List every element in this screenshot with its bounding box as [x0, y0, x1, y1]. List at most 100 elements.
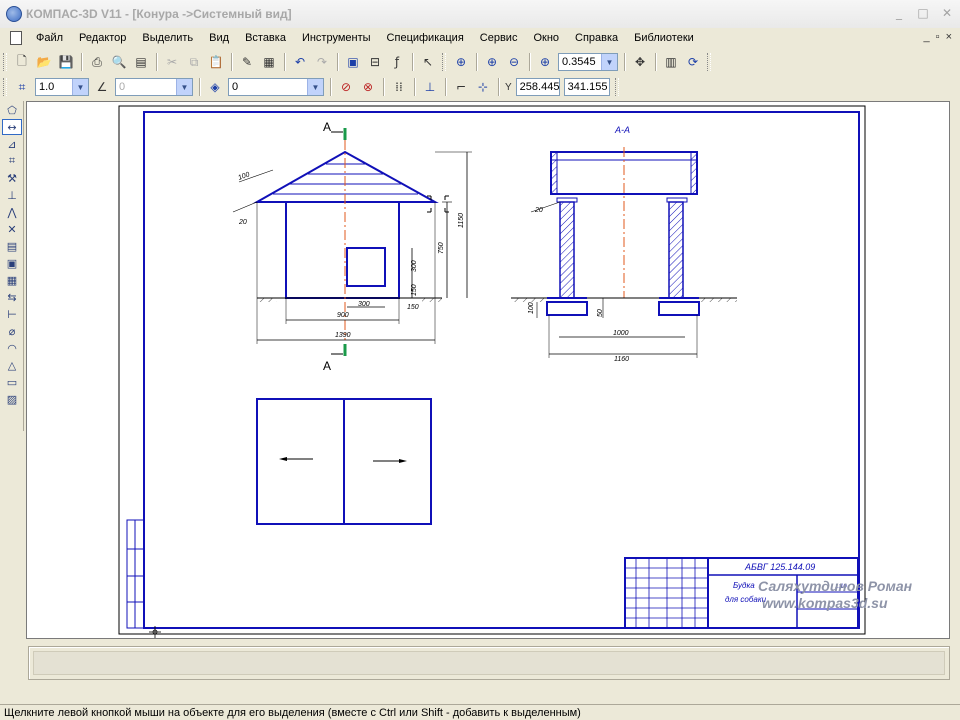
toolbar-grip[interactable]: [442, 53, 446, 71]
chevron-down-icon[interactable]: ▼: [72, 79, 88, 95]
close-button[interactable]: ✕: [940, 6, 954, 20]
zoom-scale-icon[interactable]: ⊕: [535, 52, 555, 72]
separator: [81, 53, 82, 71]
ortho-mode-icon[interactable]: ⌐: [451, 77, 471, 97]
zoom-scale-value: 0.3545: [562, 56, 596, 68]
zoom-in-icon[interactable]: ⊕: [482, 52, 502, 72]
doc-restore-button[interactable]: ▫: [936, 31, 940, 43]
select-icon[interactable]: ⋀: [2, 204, 22, 220]
coordinate-x-field[interactable]: 258.445: [515, 78, 560, 96]
chevron-down-icon[interactable]: ▼: [601, 54, 617, 70]
menu-specification[interactable]: Спецификация: [379, 32, 472, 44]
chevron-down-icon[interactable]: ▼: [176, 79, 192, 95]
pan-icon[interactable]: ✥: [630, 52, 650, 72]
kompas-app-icon[interactable]: [6, 6, 22, 22]
symbols-icon[interactable]: ⊿: [2, 136, 22, 152]
snap-arrows-icon[interactable]: ⇆: [2, 289, 22, 305]
variables-icon[interactable]: ⊟: [365, 52, 385, 72]
dimensions-icon[interactable]: ↔: [2, 119, 22, 135]
layers-icon[interactable]: ◈: [205, 77, 225, 97]
linear-dim-icon[interactable]: ⊢: [2, 306, 22, 322]
hatch-icon[interactable]: ▨: [2, 391, 22, 407]
document-icon[interactable]: [10, 31, 22, 45]
window-controls: _ □ ✕: [892, 6, 954, 20]
cursor-step-select[interactable]: 1.0 ▼: [35, 78, 89, 96]
toolbar-grip[interactable]: [3, 78, 7, 96]
undo-icon[interactable]: ↶: [290, 52, 310, 72]
geometry-icon[interactable]: ⬠: [2, 102, 22, 118]
menu-file[interactable]: Файл: [28, 32, 71, 44]
spec-icon[interactable]: ▤: [2, 238, 22, 254]
separator: [199, 78, 200, 96]
dim-plinth: 150: [411, 284, 418, 296]
measure-icon[interactable]: ⊥: [2, 187, 22, 203]
menu-libraries[interactable]: Библиотеки: [626, 32, 702, 44]
manager-icon[interactable]: ▣: [343, 52, 363, 72]
front-wall: [285, 201, 400, 299]
separator: [529, 53, 530, 71]
cursor-step-icon[interactable]: ⌗: [12, 77, 32, 97]
toolbar-grip[interactable]: [707, 53, 711, 71]
parametric-mode-icon[interactable]: ⊹: [473, 77, 493, 97]
zoom-scale-select[interactable]: 0.3545 ▼: [558, 53, 618, 71]
triangle-icon[interactable]: △: [2, 357, 22, 373]
menu-window[interactable]: Окно: [525, 32, 567, 44]
help-pointer-icon[interactable]: ↖: [418, 52, 438, 72]
reports-icon[interactable]: ▣: [2, 255, 22, 271]
zoom-out-icon[interactable]: ⊖: [504, 52, 524, 72]
properties-icon[interactable]: ✎: [237, 52, 257, 72]
arc-icon[interactable]: ◠: [2, 340, 22, 356]
redo-icon[interactable]: ↷: [312, 52, 332, 72]
local-cs-icon[interactable]: ⊥: [420, 77, 440, 97]
toolbar-grip[interactable]: [614, 78, 619, 96]
save-icon[interactable]: 💾: [56, 52, 76, 72]
menu-edit[interactable]: Редактор: [71, 32, 134, 44]
paste-icon[interactable]: 📋: [206, 52, 226, 72]
layer-select[interactable]: 0 ▼: [228, 78, 324, 96]
drawing-canvas[interactable]: А А 100 20 1150 750 300 150 300 900 150 …: [26, 101, 950, 639]
copy-icon[interactable]: ⧉: [184, 52, 204, 72]
associative-views-icon[interactable]: ✕: [2, 221, 22, 237]
angle-step-select[interactable]: 0 ▼: [115, 78, 193, 96]
angle-step-value: 0: [119, 81, 126, 93]
dim-eave-left: 20: [238, 219, 247, 226]
diameter-icon[interactable]: ⌀: [2, 323, 22, 339]
section-label-bottom: А: [323, 359, 331, 373]
cursor-step-value: 1.0: [39, 81, 55, 93]
menu-insert[interactable]: Вставка: [237, 32, 294, 44]
doc-close-button[interactable]: ×: [946, 31, 952, 43]
cut-icon[interactable]: ✂: [162, 52, 182, 72]
function-icon[interactable]: ƒ: [387, 52, 407, 72]
new-document-icon[interactable]: 🗋: [12, 52, 32, 72]
chevron-down-icon[interactable]: ▼: [307, 79, 323, 95]
grid-icon[interactable]: ⁞⁞: [389, 77, 409, 97]
doc-minimize-button[interactable]: _: [924, 31, 930, 43]
separator: [330, 78, 331, 96]
editing-icon[interactable]: ⌗: [2, 153, 22, 169]
maximize-button[interactable]: □: [916, 6, 930, 20]
format-icon[interactable]: ▦: [259, 52, 279, 72]
separator: [476, 53, 477, 71]
coordinate-y-field[interactable]: 341.155: [563, 78, 610, 96]
print-icon[interactable]: ⎙: [87, 52, 107, 72]
menu-select[interactable]: Выделить: [134, 32, 201, 44]
toolbar-grip[interactable]: [3, 53, 7, 71]
show-all-icon[interactable]: ▥: [661, 52, 681, 72]
menu-tools[interactable]: Инструменты: [294, 32, 379, 44]
minimize-button[interactable]: _: [892, 6, 906, 20]
frame-icon[interactable]: ▭: [2, 374, 22, 390]
zoom-window-icon[interactable]: ⊕: [451, 52, 471, 72]
insert-icon[interactable]: ▦: [2, 272, 22, 288]
angle-step-icon[interactable]: ∠: [92, 77, 112, 97]
refresh-icon[interactable]: ⟳: [683, 52, 703, 72]
local-snap-icon[interactable]: ⊗: [358, 77, 378, 97]
menu-view[interactable]: Вид: [201, 32, 237, 44]
open-folder-icon[interactable]: 📂: [34, 52, 54, 72]
print-setup-icon[interactable]: ▤: [131, 52, 151, 72]
global-snap-icon[interactable]: ⊘: [336, 77, 356, 97]
menu-service[interactable]: Сервис: [472, 32, 526, 44]
menu-help[interactable]: Справка: [567, 32, 626, 44]
dim-wall-width: 900: [337, 312, 349, 319]
print-preview-icon[interactable]: 🔍: [109, 52, 129, 72]
parametrization-icon[interactable]: ⚒: [2, 170, 22, 186]
